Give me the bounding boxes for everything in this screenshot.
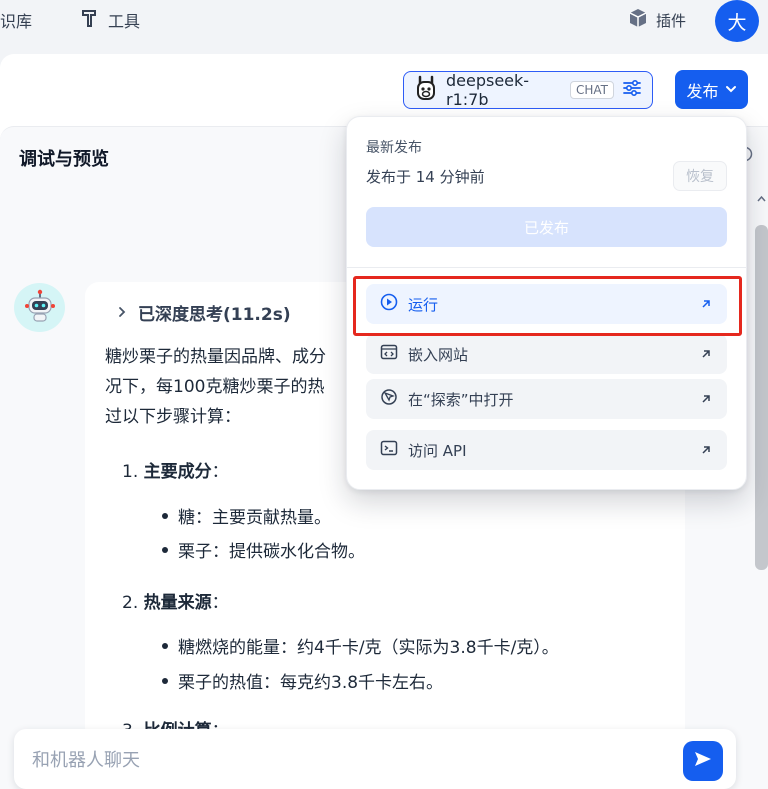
robot-icon (23, 289, 57, 327)
settings-sliders-icon[interactable] (622, 78, 642, 102)
top-nav-bar: 识库 工具 插件 大 (0, 0, 768, 52)
published-label: 已发布 (523, 218, 569, 237)
terminal-icon (380, 439, 398, 461)
debug-title: 调试与预览 (19, 149, 109, 170)
nav-plugins[interactable]: 插件 (628, 8, 686, 32)
bullet-text: 糖：主要贡献热量。 (178, 508, 331, 528)
avatar-letter: 大 (727, 11, 747, 34)
scroll-up-arrow-icon[interactable] (756, 190, 767, 208)
restore-button[interactable]: 恢复 (673, 161, 727, 191)
published-button[interactable]: 已发布 (366, 207, 727, 247)
external-link-icon (699, 443, 713, 457)
send-button[interactable] (683, 741, 723, 781)
chevron-right-icon (116, 303, 128, 323)
bullet-item: 糖：主要贡献热量。 (162, 503, 331, 528)
model-type-badge: CHAT (569, 81, 614, 99)
menu-item-label: 访问 API (408, 441, 467, 460)
list-item: 2. 热量来源： (122, 588, 229, 613)
menu-item-label: 在“探索”中打开 (408, 390, 514, 409)
menu-item-embed[interactable]: 嵌入网站 (366, 334, 727, 374)
send-icon (693, 749, 713, 773)
hammer-icon (80, 8, 100, 32)
nav-knowledge-label: 识库 (0, 12, 33, 31)
bullet-text: 糖燃烧的能量：约4千卡/克（实际为3.8千卡/克）。 (178, 638, 559, 658)
list-title: 主要成分 (143, 462, 212, 482)
list-title: 热量来源 (143, 593, 212, 613)
menu-item-label: 嵌入网站 (408, 345, 469, 364)
bot-avatar (14, 283, 65, 332)
external-link-icon (699, 347, 713, 361)
latest-publish-label: 最新发布 (366, 140, 422, 156)
bullet-text: 栗子的热值：每克约3.8千卡左右。 (178, 673, 444, 693)
list-suffix: ： (211, 593, 229, 613)
menu-item-explore[interactable]: 在“探索”中打开 (366, 379, 727, 419)
external-link-icon (699, 392, 713, 406)
cube-icon (628, 8, 648, 32)
nav-tools-label: 工具 (108, 12, 141, 31)
nav-tools[interactable]: 工具 (80, 8, 140, 32)
publish-button[interactable]: 发布 (675, 70, 748, 109)
bullet-text: 栗子：提供碳水化合物。 (178, 542, 365, 562)
menu-item-api[interactable]: 访问 API (366, 430, 727, 470)
chevron-down-icon (725, 80, 737, 99)
nav-plugins-label: 插件 (656, 11, 687, 30)
model-name: deepseek-r1:7b (446, 71, 530, 109)
bullet-item: 栗子的热值：每克约3.8千卡左右。 (162, 668, 443, 693)
compass-icon (380, 388, 398, 410)
list-number: 2. (122, 593, 139, 613)
nav-knowledge[interactable]: 识库 (0, 8, 32, 32)
chat-input-box (14, 729, 736, 789)
list-number: 1. (122, 462, 139, 482)
message-intro-line: 糖炒栗子的热量因品牌、成分 (105, 347, 326, 367)
thinking-label: 已深度思考(11.2s) (138, 305, 291, 325)
list-suffix: ： (211, 462, 229, 482)
message-intro-line: 过以下步骤计算： (105, 407, 241, 427)
annotation-highlight-box (353, 276, 742, 336)
scrollbar-thumb[interactable] (755, 225, 768, 570)
bullet-item: 栗子：提供碳水化合物。 (162, 537, 365, 562)
thinking-toggle[interactable]: 已深度思考(11.2s) (116, 300, 291, 325)
published-time: 发布于 14 分钟前 (366, 168, 485, 186)
user-avatar[interactable]: 大 (715, 0, 759, 42)
message-intro-line: 况下，每100克糖炒栗子的热 (105, 377, 325, 397)
list-item: 1. 主要成分： (122, 457, 229, 482)
model-selector[interactable]: deepseek-r1:7b CHAT (403, 71, 653, 109)
bullet-item: 糖燃烧的能量：约4千卡/克（实际为3.8千卡/克）。 (162, 633, 559, 658)
chat-input[interactable] (32, 745, 652, 775)
dropdown-divider (347, 267, 746, 268)
embed-icon (380, 343, 398, 365)
llama-icon (414, 75, 438, 105)
restore-label: 恢复 (686, 169, 714, 185)
publish-button-label: 发布 (686, 81, 719, 101)
